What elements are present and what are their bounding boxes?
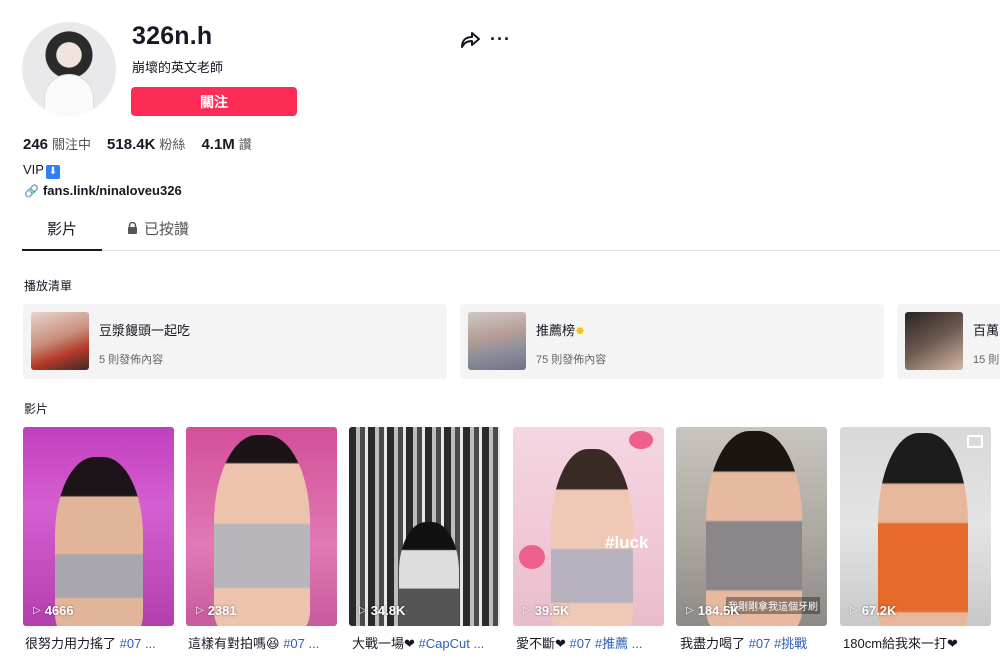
- playlist-name: 推薦榜✸: [536, 323, 586, 338]
- playlist-count: 75 則發佈內容: [536, 354, 607, 366]
- bear-sticker-icon: [629, 431, 653, 449]
- video-card[interactable]: ▷ 34.8K: [349, 427, 500, 626]
- profile-stats: 246 關注中 518.4K 粉絲 4.1M 讚: [23, 134, 252, 153]
- playlist-thumbnail: [468, 312, 526, 370]
- video-card[interactable]: ▷ 2381: [186, 427, 337, 626]
- play-icon: ▷: [686, 605, 694, 616]
- followers-count[interactable]: 518.4K 粉絲: [107, 134, 185, 153]
- profile-link[interactable]: 🔗 fans.link/ninaloveu326: [24, 183, 182, 198]
- playlist-count: 15 則: [973, 354, 1000, 366]
- lock-icon: [128, 222, 137, 234]
- play-icon: ▷: [359, 605, 367, 616]
- video-card[interactable]: #luck ▷ 39.5K: [513, 427, 664, 626]
- playlist-name: 百萬: [973, 323, 1000, 338]
- follow-button[interactable]: 關注: [131, 87, 297, 116]
- avatar[interactable]: [22, 22, 116, 116]
- video-caption[interactable]: 很努力用力搖了 #07 ...: [25, 633, 176, 652]
- videos-title: 影片: [24, 402, 49, 416]
- video-caption[interactable]: 這樣有對拍嗎😆 #07 ...: [188, 633, 339, 652]
- play-icon: ▷: [523, 605, 531, 616]
- profile-username: 326n.h: [132, 22, 213, 50]
- play-icon: ▷: [33, 605, 41, 616]
- video-card[interactable]: ▷ 4666: [23, 427, 174, 626]
- video-card[interactable]: ▷ 67.2K: [840, 427, 991, 626]
- video-subtitle-text: 我剛剛拿我這個牙刷: [726, 597, 820, 614]
- sparkle-icon: ✸: [575, 324, 586, 338]
- photo-icon: [967, 435, 983, 448]
- playlist-thumbnail: [31, 312, 89, 370]
- playlist-card[interactable]: 百萬 15 則: [897, 304, 1000, 379]
- view-count: ▷ 39.5K: [523, 603, 570, 618]
- video-overlay-text: #luck: [605, 533, 649, 552]
- view-count: ▷ 34.8K: [359, 603, 406, 618]
- profile-bio: VIP ⬇: [23, 162, 60, 179]
- link-icon: 🔗: [24, 183, 39, 198]
- profile-tabs: 影片 已按讚: [22, 218, 1000, 251]
- tab-liked[interactable]: 已按讚: [127, 218, 189, 251]
- bear-sticker-icon: [519, 545, 545, 569]
- playlist-thumbnail: [905, 312, 963, 370]
- tab-videos[interactable]: 影片: [22, 218, 102, 251]
- more-options-icon[interactable]: ···: [490, 30, 512, 50]
- view-count: ▷ 184.5K: [686, 603, 740, 618]
- playlist-name: 豆漿饅頭一起吃: [99, 323, 191, 338]
- likes-count: 4.1M 讚: [201, 136, 252, 153]
- share-icon[interactable]: [459, 30, 481, 50]
- video-caption[interactable]: 大戰一場❤ #CapCut ...: [352, 633, 503, 652]
- view-count: ▷ 4666: [33, 603, 74, 618]
- video-card[interactable]: 我剛剛拿我這個牙刷 ▷ 184.5K: [676, 427, 827, 626]
- playlist-card[interactable]: 豆漿饅頭一起吃 5 則發佈內容: [23, 304, 447, 379]
- video-caption[interactable]: 180cm給我來一打❤: [843, 633, 994, 652]
- playlist-card[interactable]: 推薦榜✸ 75 則發佈內容: [460, 304, 884, 379]
- play-icon: ▷: [850, 605, 858, 616]
- tab-liked-label: 已按讚: [144, 221, 190, 238]
- bio-text: VIP: [23, 162, 44, 177]
- playlists-title: 播放清單: [24, 279, 73, 293]
- playlist-count: 5 則發佈內容: [99, 354, 164, 366]
- profile-nickname: 崩壞的英文老師: [132, 60, 224, 75]
- video-caption[interactable]: 愛不斷❤ #07 #推薦 ...: [516, 633, 667, 652]
- view-count: ▷ 2381: [196, 603, 237, 618]
- play-icon: ▷: [196, 605, 204, 616]
- down-arrow-badge-icon: ⬇: [45, 165, 60, 179]
- video-caption[interactable]: 我盡力喝了 #07 #挑戰: [680, 633, 831, 652]
- profile-link-text[interactable]: fans.link/ninaloveu326: [43, 183, 182, 198]
- view-count: ▷ 67.2K: [850, 603, 897, 618]
- following-count[interactable]: 246 關注中: [23, 134, 91, 153]
